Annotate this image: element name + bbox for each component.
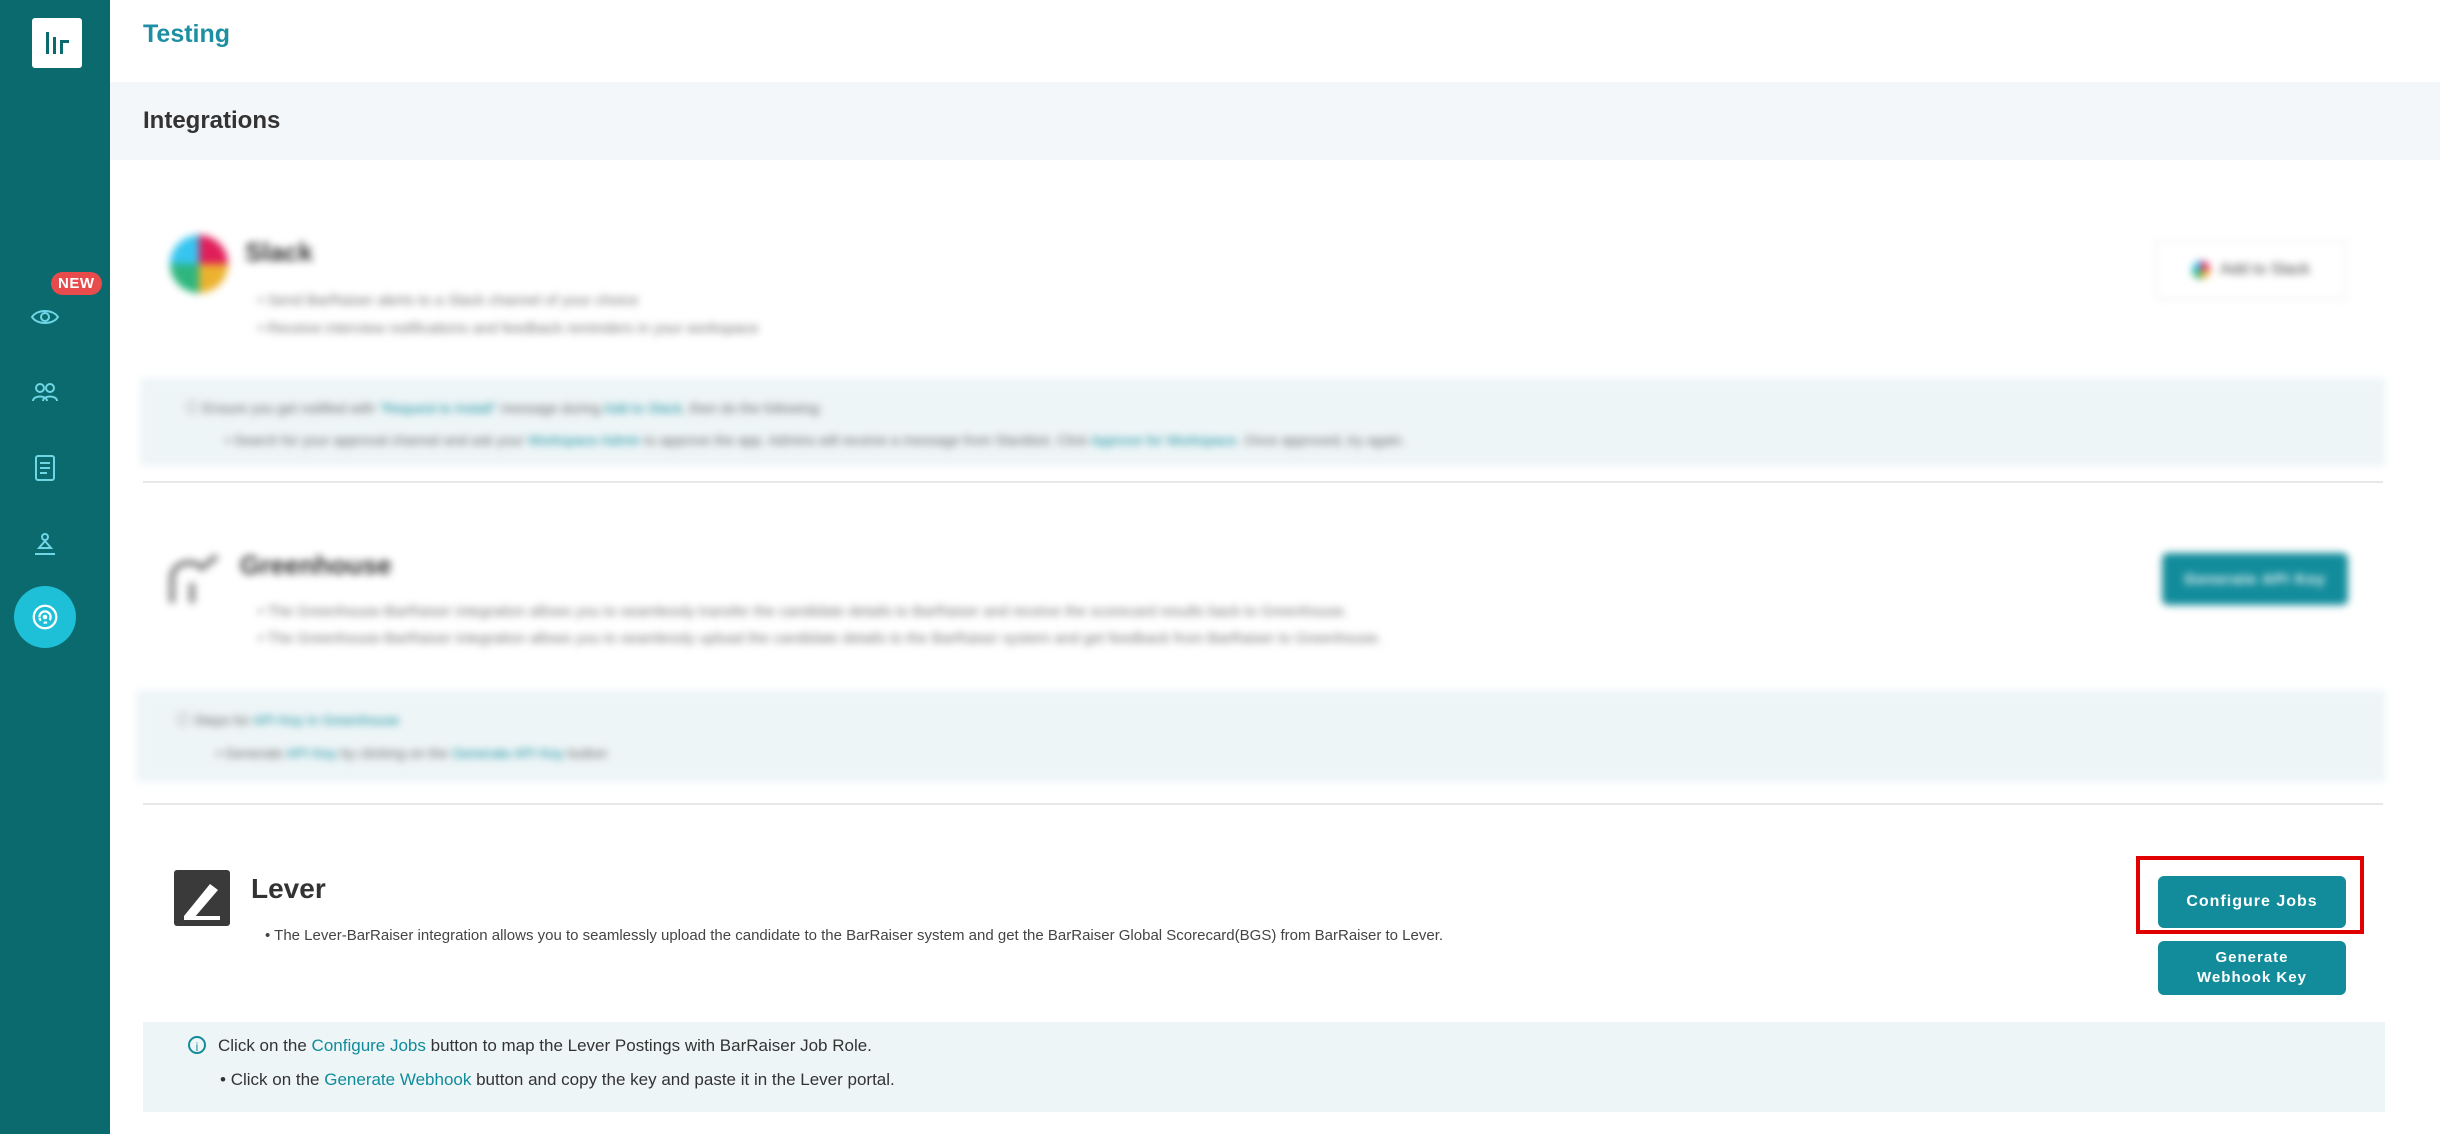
page-title: Integrations (143, 107, 281, 134)
slack-small-icon (2192, 261, 2211, 279)
lever-info-line-2: • Click on the Generate Webhook button a… (220, 1070, 895, 1089)
slack-info-line-1: ⓘ Ensure you get notified with "Request … (185, 400, 823, 416)
configure-jobs-link[interactable]: Configure Jobs (312, 1036, 426, 1055)
app-logo[interactable] (32, 18, 82, 68)
lever-logo-icon (174, 870, 230, 926)
configure-jobs-button[interactable]: Configure Jobs (2158, 876, 2346, 928)
document-icon (35, 455, 55, 481)
generate-api-key-button[interactable]: Generate API Key (2162, 553, 2348, 605)
users-icon (32, 383, 58, 402)
add-to-slack-button[interactable]: Add to Slack (2155, 240, 2347, 300)
integrations-icon (32, 604, 58, 630)
lever-title: Lever (251, 873, 326, 904)
greenhouse-bullet-1: • The Greenhouse-BarRaiser integration a… (258, 603, 1348, 620)
slack-bullet-1: • Send BarRaiser alerts to a Slack chann… (258, 292, 639, 309)
greenhouse-logo-icon (169, 553, 219, 603)
slack-title: Slack (245, 237, 313, 267)
subheader (110, 82, 2440, 160)
new-badge: NEW (51, 272, 102, 295)
breadcrumb[interactable]: Testing (143, 20, 230, 49)
logo-icon (46, 32, 69, 54)
sidebar: NEW (0, 0, 110, 1134)
sidebar-item-reports[interactable] (25, 448, 65, 488)
slack-info-box: ⓘ Ensure you get notified with "Request … (140, 378, 2385, 466)
divider-1 (143, 481, 2383, 483)
slack-bullet-2: • Receive interview notifications and fe… (258, 320, 759, 337)
lever-info-line-1: i Click on the Configure Jobs button to m… (188, 1036, 872, 1056)
generate-webhook-key-button[interactable]: Generate Webhook Key (2158, 941, 2346, 995)
greenhouse-info-line-2: • Generate API Key by clicking on the Ge… (216, 745, 607, 761)
greenhouse-title: Greenhouse (240, 550, 392, 580)
greenhouse-info-line-1: ⓘ Steps for API Key in Greenhouse (176, 712, 400, 728)
slack-info-line-2: • Search for your approval channel and a… (225, 432, 1406, 448)
greenhouse-info-box: ⓘ Steps for API Key in Greenhouse • Gene… (136, 690, 2385, 782)
sidebar-item-candidates[interactable] (25, 373, 65, 413)
eye-icon (30, 310, 60, 324)
lever-bullet: • The Lever-BarRaiser integration allows… (265, 927, 1444, 944)
generate-webhook-link[interactable]: Generate Webhook (324, 1070, 471, 1089)
greenhouse-bullet-2: • The Greenhouse-BarRaiser integration a… (258, 630, 1382, 647)
info-icon: i (188, 1036, 206, 1054)
sidebar-item-ranking[interactable] (25, 524, 65, 564)
sidebar-item-interviews[interactable] (25, 297, 65, 337)
lever-info-box: i Click on the Configure Jobs button to m… (143, 1022, 2385, 1112)
top-bar (110, 0, 2440, 82)
divider-2 (143, 803, 2383, 805)
sidebar-item-integrations[interactable] (14, 586, 76, 648)
slack-logo-icon (170, 235, 228, 293)
rank-icon (35, 533, 55, 555)
